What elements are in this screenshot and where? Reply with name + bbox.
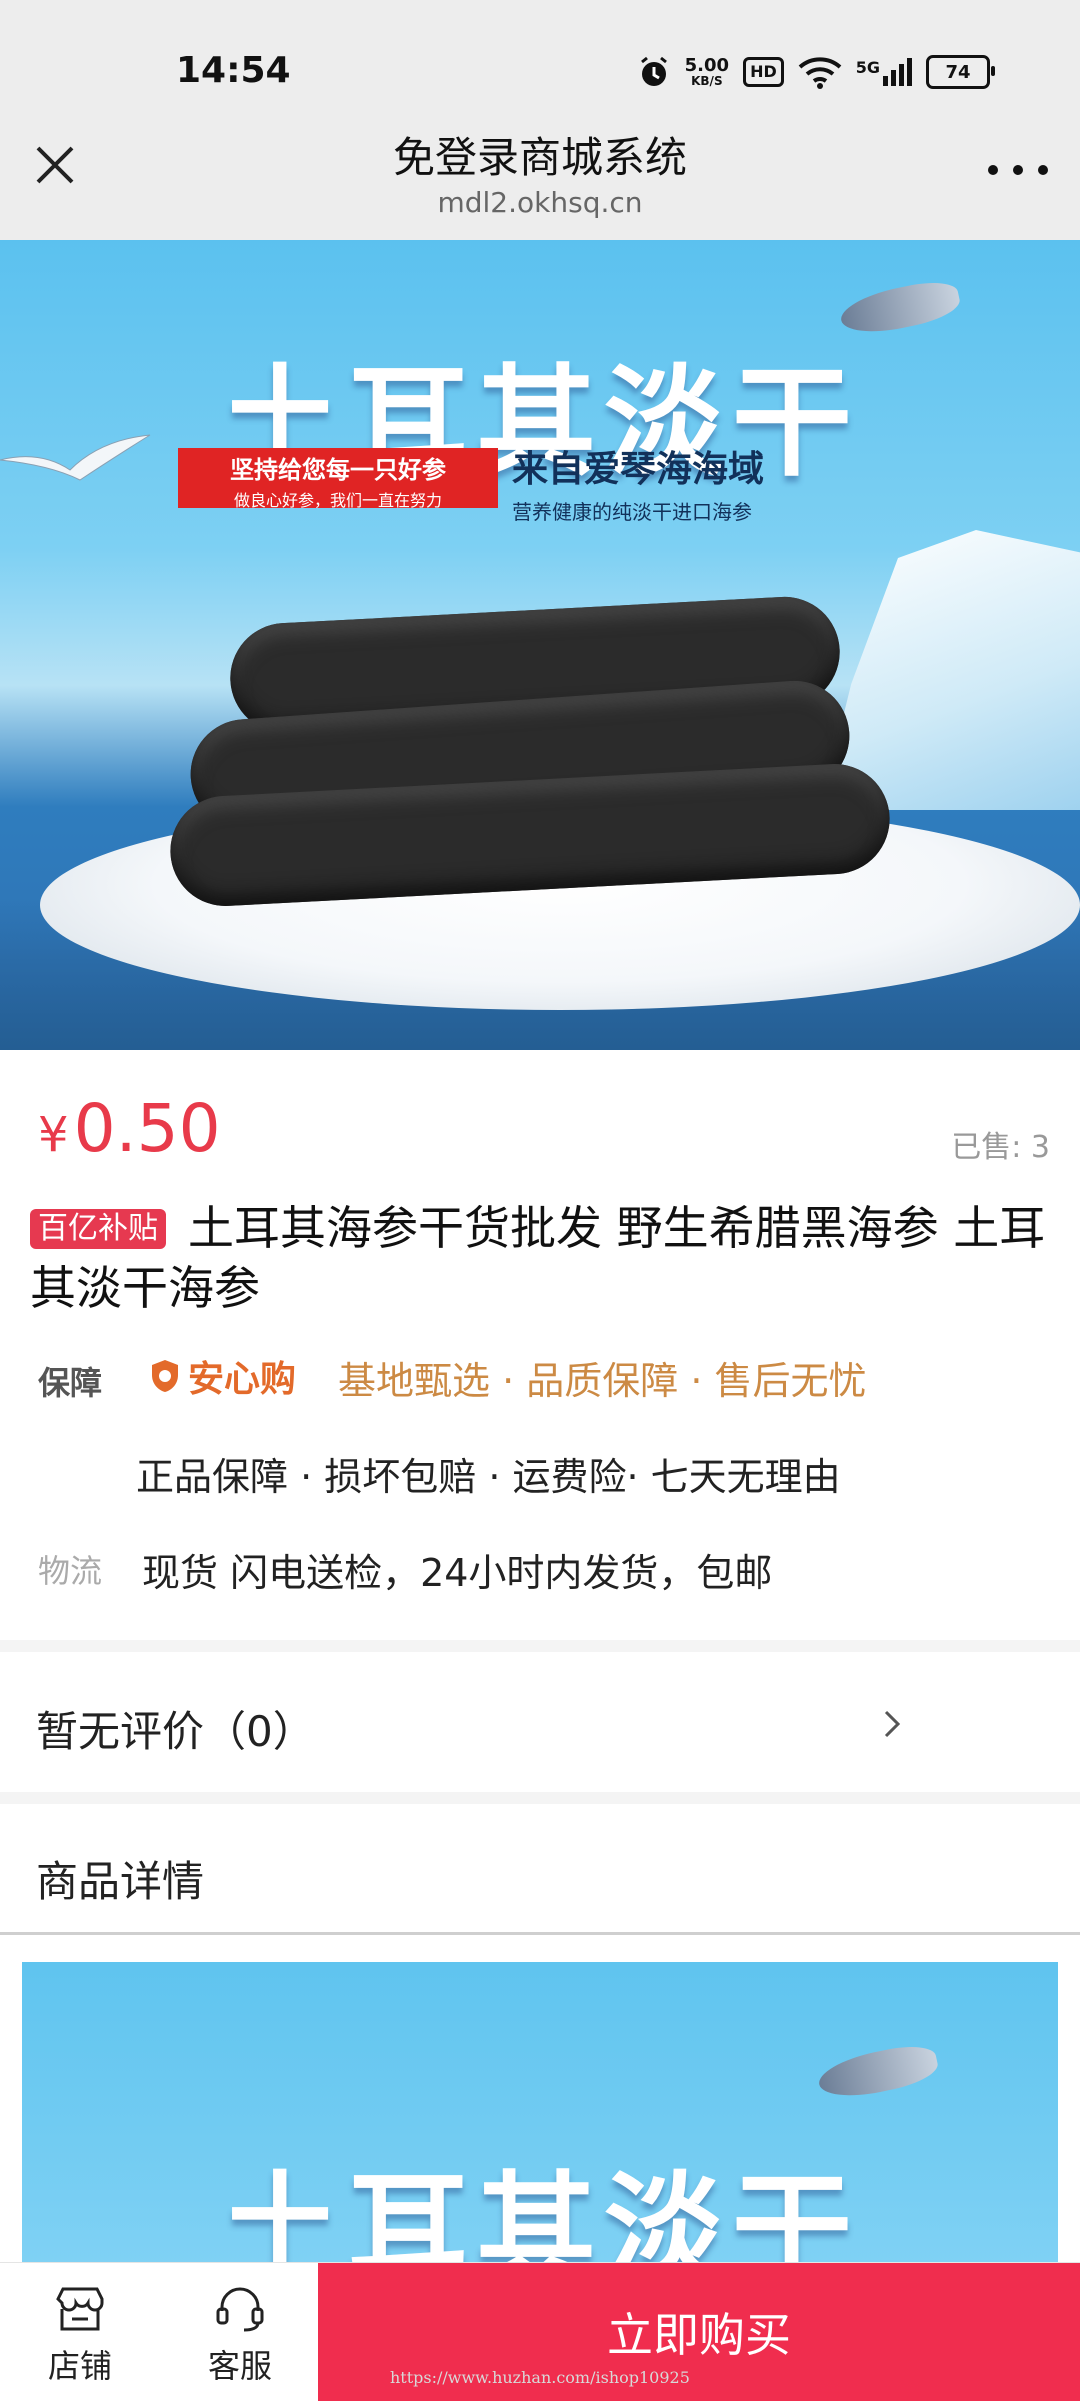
reviews-row[interactable]: 暂无评价（0） bbox=[0, 1652, 1080, 1792]
section-divider bbox=[0, 1792, 1080, 1804]
details-title: 商品详情 bbox=[36, 1857, 205, 1906]
product-price: ¥ 0.50 bbox=[38, 1090, 221, 1167]
alarm-icon bbox=[640, 56, 667, 86]
chevron-right-icon bbox=[884, 1710, 901, 1738]
service-label: 客服 bbox=[207, 2347, 272, 2385]
product-image[interactable]: 土耳其淡干 坚持给您每一只好参 做良心好参，我们一直在努力 来自爱琴海海域 营养… bbox=[0, 240, 1080, 1050]
guarantee-items[interactable]: 基地甄选 · 品质保障 · 售后无忧 bbox=[338, 1350, 866, 1405]
wifi-icon bbox=[798, 57, 842, 89]
headset-icon bbox=[216, 2287, 264, 2332]
status-time: 14:54 bbox=[176, 50, 291, 91]
product-name-text: 土耳其海参干货批发 野生希腊黑海参 土耳其淡干海参 bbox=[30, 1201, 1046, 1315]
hd-badge: HD bbox=[743, 57, 784, 87]
status-icons: 5.00 KB/S HD 5G 74 bbox=[637, 50, 995, 94]
iceberg-graphic bbox=[820, 530, 1080, 810]
details-divider bbox=[0, 1932, 1080, 1935]
top-bar: 14:54 5.00 KB/S HD 5G 74 免登录商城系统 mdl2.okh… bbox=[0, 0, 1080, 240]
more-dot-icon bbox=[1038, 165, 1048, 175]
net-speed-unit: KB/S bbox=[691, 74, 723, 88]
red-tag: 坚持给您每一只好参 做良心好参，我们一直在努力 bbox=[178, 448, 498, 510]
detail-image[interactable]: 土耳其淡干 bbox=[22, 1962, 1058, 2262]
watermark: https://www.huzhan.com/ishop10925 bbox=[390, 2368, 690, 2387]
net-speed-value: 5.00 bbox=[684, 55, 730, 76]
more-dot-icon bbox=[1013, 165, 1023, 175]
bottom-action-bar: 店铺 客服 立即购买 https://www.huzhan.com/ishop1… bbox=[0, 2262, 1080, 2401]
shield-icon bbox=[152, 1360, 178, 1392]
fish-graphic bbox=[815, 2039, 941, 2105]
store-label: 店铺 bbox=[47, 2347, 112, 2385]
subsidy-badge: 百亿补贴 bbox=[30, 1209, 166, 1249]
logistics-value: 现货 闪电送检，24小时内发货，包邮 bbox=[142, 1551, 773, 1595]
signal-label: 5G bbox=[855, 58, 880, 77]
cellular-signal: 5G bbox=[856, 58, 912, 86]
more-dot-icon bbox=[988, 165, 998, 175]
store-tab[interactable]: 店铺 bbox=[0, 2263, 160, 2401]
origin-line1: 来自爱琴海海域 bbox=[512, 449, 765, 490]
product-name: 百亿补贴 土耳其海参干货批发 野生希腊黑海参 土耳其淡干海参 bbox=[30, 1198, 1060, 1318]
origin-text: 来自爱琴海海域 营养健康的纯淡干进口海参 bbox=[512, 440, 932, 525]
more-button[interactable] bbox=[988, 150, 1048, 190]
guarantee-items-secondary[interactable]: 正品保障 · 损坏包赔 · 运费险· 七天无理由 bbox=[136, 1446, 841, 1501]
origin-line2: 营养健康的纯淡干进口海参 bbox=[512, 500, 752, 524]
price-currency: ¥ bbox=[38, 1107, 69, 1163]
anxingou-brand: 安心购 bbox=[150, 1350, 296, 1402]
anxingou-text: 安心购 bbox=[188, 1359, 297, 1400]
section-divider bbox=[0, 1640, 1080, 1652]
page-url: mdl2.okhsq.cn bbox=[437, 186, 643, 219]
detail-image-title: 土耳其淡干 bbox=[220, 2161, 860, 2262]
red-tag-line1: 坚持给您每一只好参 bbox=[230, 456, 446, 484]
price-value: 0.50 bbox=[73, 1090, 221, 1167]
service-tab[interactable]: 客服 bbox=[160, 2263, 320, 2401]
red-tag-line2: 做良心好参，我们一直在努力 bbox=[233, 491, 442, 510]
store-icon bbox=[56, 2287, 104, 2331]
page-title: 免登录商城系统 bbox=[392, 133, 687, 182]
battery-icon: 74 bbox=[926, 55, 995, 89]
logistics-label: 物流 bbox=[38, 1552, 103, 1590]
reviews-text: 暂无评价（0） bbox=[36, 1707, 315, 1756]
net-speed: 5.00 KB/S bbox=[684, 55, 730, 88]
sold-count: 已售: 3 bbox=[951, 1130, 1050, 1165]
guarantee-label: 保障 bbox=[38, 1364, 103, 1402]
